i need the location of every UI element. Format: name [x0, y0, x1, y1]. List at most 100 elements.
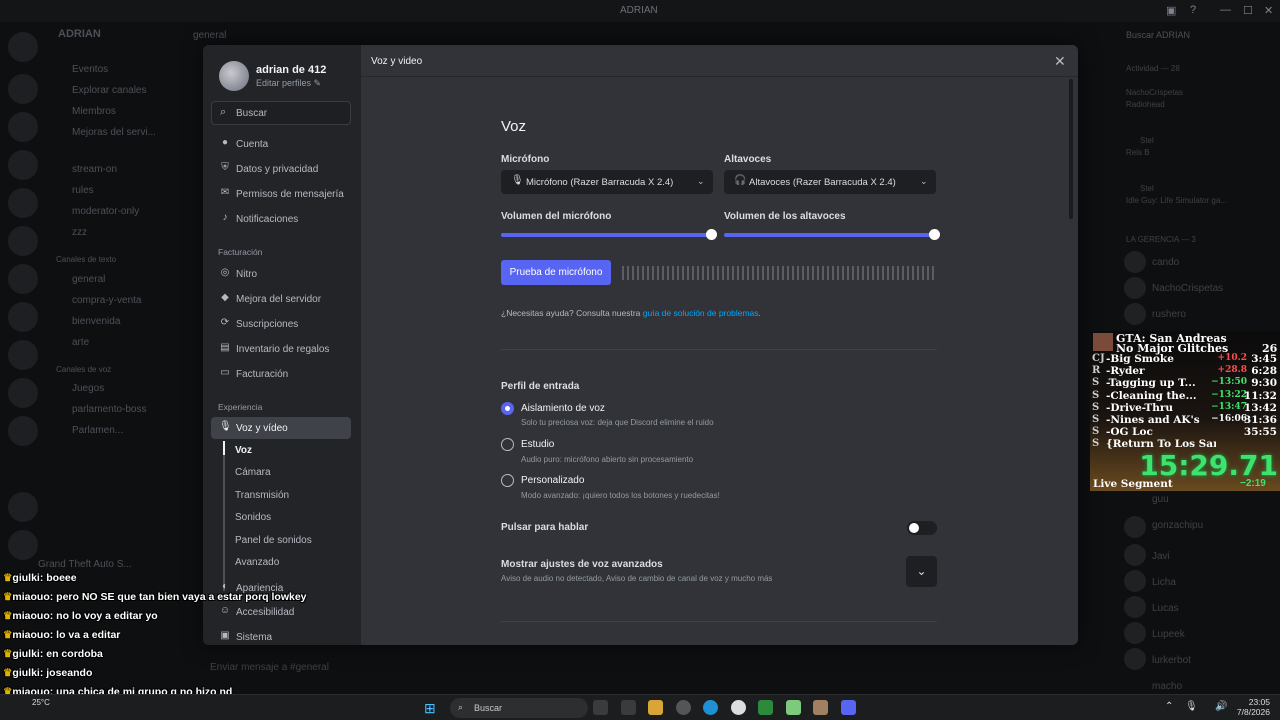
avatar[interactable]: [1124, 251, 1146, 273]
avatar[interactable]: [1124, 544, 1146, 566]
app-icon[interactable]: [758, 700, 773, 715]
scrollbar[interactable]: [1069, 79, 1073, 219]
member-item[interactable]: Lupeek: [1152, 629, 1185, 640]
minimize-button[interactable]: —: [1220, 4, 1231, 16]
search-input[interactable]: Buscar: [236, 108, 267, 119]
nav-nitro[interactable]: ◎ Nitro: [211, 263, 351, 285]
channel-item[interactable]: Eventos: [72, 64, 108, 75]
guild-icon[interactable]: [8, 264, 38, 294]
avatar[interactable]: [1124, 570, 1146, 592]
nav-privacy[interactable]: ⛨ Datos y privacidad: [211, 158, 351, 180]
channel-item[interactable]: bienvenida: [72, 316, 120, 327]
channel-item[interactable]: Mejoras del servi...: [72, 127, 156, 138]
guild-icon[interactable]: [8, 416, 38, 446]
radio-custom[interactable]: [501, 474, 514, 487]
taskbar-search[interactable]: ⌕ Buscar: [450, 698, 588, 718]
radio-label[interactable]: Estudio: [521, 439, 554, 450]
channel-category[interactable]: Canales de voz: [56, 365, 111, 374]
edge-icon[interactable]: [703, 700, 718, 715]
subnav-sounds[interactable]: Sonidos: [235, 512, 271, 523]
settings-search[interactable]: ⌕ Buscar: [211, 101, 351, 125]
close-icon[interactable]: ✕: [1054, 53, 1066, 70]
volume-icon[interactable]: 🔊: [1215, 701, 1227, 712]
avatar[interactable]: [1124, 648, 1146, 670]
guild-icon[interactable]: [8, 302, 38, 332]
radio-voice-isolation[interactable]: [501, 402, 514, 415]
subnav-streaming[interactable]: Transmisión: [235, 490, 289, 501]
chrome-icon[interactable]: [731, 700, 746, 715]
member-item[interactable]: Licha: [1152, 577, 1176, 588]
channel-item[interactable]: zzz: [72, 227, 87, 238]
help-icon[interactable]: ?: [1190, 4, 1196, 16]
radio-label[interactable]: Aislamiento de voz: [521, 403, 605, 414]
channel-item[interactable]: Explorar canales: [72, 85, 146, 96]
channel-item[interactable]: Miembros: [72, 106, 116, 117]
guild-icon[interactable]: [8, 492, 38, 522]
guild-icon[interactable]: [8, 150, 38, 180]
member-item[interactable]: NachoCrispetas: [1152, 283, 1223, 294]
channel-item[interactable]: stream-on: [72, 164, 117, 175]
activity-item[interactable]: Stel: [1140, 136, 1154, 145]
push-to-talk-toggle[interactable]: [907, 521, 937, 535]
avatar[interactable]: [1124, 622, 1146, 644]
guild-icon[interactable]: [8, 112, 38, 142]
store-icon[interactable]: [621, 700, 636, 715]
mic-volume-slider[interactable]: [501, 229, 717, 240]
channel-item[interactable]: parlamento-boss: [72, 404, 146, 415]
channel-item[interactable]: rules: [72, 185, 94, 196]
windows-start-icon[interactable]: ⊞: [424, 700, 436, 717]
avatar[interactable]: [219, 61, 249, 91]
slider-knob[interactable]: [706, 229, 717, 240]
server-search[interactable]: Buscar ADRIAN: [1126, 30, 1190, 40]
guild-icon[interactable]: [8, 340, 38, 370]
task-view-icon[interactable]: [593, 700, 608, 715]
member-item[interactable]: gonzachipu: [1152, 520, 1203, 531]
guild-icon[interactable]: [8, 32, 38, 62]
folder-icon[interactable]: [648, 700, 663, 715]
speaker-volume-slider[interactable]: [724, 229, 940, 240]
slider-knob[interactable]: [929, 229, 940, 240]
settings-icon[interactable]: [676, 700, 691, 715]
mic-select[interactable]: 🎙 Micrófono (Razer Barracuda X 2.4) ⌄: [501, 170, 713, 194]
nav-notifications[interactable]: ♪ Notificaciones: [211, 208, 351, 230]
channel-item[interactable]: moderator-only: [72, 206, 139, 217]
member-item[interactable]: rushero: [1152, 309, 1186, 320]
nav-messaging[interactable]: ✉ Permisos de mensajería: [211, 183, 351, 205]
subnav-camera[interactable]: Cámara: [235, 467, 271, 478]
guild-icon[interactable]: [8, 188, 38, 218]
weather-widget[interactable]: 25°C: [32, 698, 50, 707]
avatar[interactable]: [1124, 277, 1146, 299]
nav-voice-video[interactable]: 🎙 Voz y vídeo: [211, 417, 351, 439]
channel-item[interactable]: Parlamen...: [72, 425, 123, 436]
member-item[interactable]: Javi: [1152, 551, 1170, 562]
member-item[interactable]: guu: [1152, 494, 1169, 505]
activity-item[interactable]: Rels B: [1126, 148, 1150, 157]
member-item[interactable]: macho: [1152, 681, 1182, 692]
nav-server-boost[interactable]: ◆ Mejora del servidor: [211, 288, 351, 310]
channel-item[interactable]: Juegos: [72, 383, 104, 394]
subnav-soundboard[interactable]: Panel de sonidos: [235, 535, 312, 546]
app-icon[interactable]: [786, 700, 801, 715]
guild-icon[interactable]: [8, 378, 38, 408]
mic-test-button[interactable]: Prueba de micrófono: [501, 260, 611, 285]
avatar[interactable]: [1124, 596, 1146, 618]
subnav-advanced[interactable]: Avanzado: [235, 557, 279, 568]
activity-item[interactable]: Idle Guy: Life Simulator ga...: [1126, 196, 1227, 205]
inbox-icon[interactable]: ▣: [1166, 4, 1176, 17]
close-window-button[interactable]: ✕: [1264, 4, 1273, 17]
subnav-voice[interactable]: Voz: [235, 445, 252, 456]
microphone-icon[interactable]: 🎙: [1185, 701, 1198, 712]
radio-studio[interactable]: [501, 438, 514, 451]
channel-item[interactable]: compra-y-venta: [72, 295, 141, 306]
radio-label[interactable]: Personalizado: [521, 475, 584, 486]
activity-item[interactable]: NachoCrispetas: [1126, 88, 1183, 97]
activity-item[interactable]: Radiohead: [1126, 100, 1165, 109]
guild-icon[interactable]: [8, 74, 38, 104]
nav-gift-inventory[interactable]: ▤ Inventario de regalos: [211, 338, 351, 360]
clock[interactable]: 23:05 7/8/2026: [1236, 697, 1270, 717]
edit-profiles-link[interactable]: Editar perfiles ✎: [256, 78, 321, 89]
channel-category[interactable]: Canales de texto: [56, 255, 116, 264]
avatar[interactable]: [1124, 516, 1146, 538]
channel-item[interactable]: general: [72, 274, 105, 285]
channel-item[interactable]: arte: [72, 337, 89, 348]
